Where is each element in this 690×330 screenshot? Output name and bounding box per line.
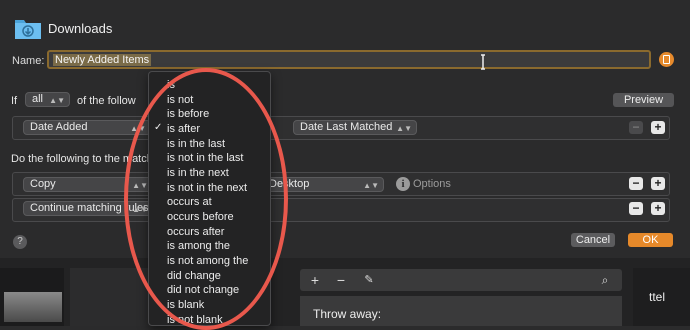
info-icon[interactable]: i: [396, 177, 410, 191]
mouse-cursor-icon: [481, 54, 485, 70]
add-action-button[interactable]: +: [651, 202, 665, 215]
remove-action-button[interactable]: −: [629, 202, 643, 215]
if-label: If: [11, 95, 18, 107]
of-the-following-label: of the follow: [77, 95, 136, 107]
value-select[interactable]: Date Last Matched ▲▼: [293, 120, 417, 135]
minus-icon[interactable]: −: [330, 271, 352, 289]
match-mode-value: all: [32, 93, 44, 105]
remove-action-button[interactable]: −: [629, 177, 643, 190]
background-thumbnail: [4, 292, 62, 322]
name-field[interactable]: Newly Added Items: [47, 50, 651, 69]
options-link[interactable]: Options: [413, 178, 451, 190]
chevron-updown-icon: ▲▼: [363, 181, 379, 190]
chevron-updown-icon: ▲▼: [396, 124, 412, 133]
remove-condition-button[interactable]: −: [629, 121, 643, 134]
cancel-button[interactable]: Cancel: [571, 233, 615, 247]
plus-icon[interactable]: +: [304, 271, 326, 289]
name-field-value: Newly Added Items: [53, 54, 152, 66]
add-condition-button[interactable]: +: [651, 121, 665, 134]
throw-away-label: Throw away:: [313, 307, 382, 321]
folder-icon: [15, 20, 41, 39]
attribute-value: Date Added: [30, 121, 88, 133]
chevron-updown-icon: ▲▼: [49, 96, 65, 105]
name-label: Name:: [12, 55, 45, 67]
attribute-select[interactable]: Date Added ▲▼: [23, 120, 151, 135]
background-toolbar: + − ✎ ⌕: [300, 269, 622, 291]
background-text: ttel: [649, 290, 666, 304]
help-button[interactable]: ?: [13, 235, 27, 249]
search-icon[interactable]: ⌕: [594, 271, 616, 289]
name-options-icon[interactable]: [659, 52, 674, 67]
ok-button[interactable]: OK: [628, 233, 673, 247]
value-value: Date Last Matched: [300, 121, 393, 133]
match-mode-select[interactable]: all ▲▼: [25, 92, 70, 107]
window-title: Downloads: [48, 21, 113, 36]
preview-button[interactable]: Preview: [613, 93, 674, 107]
background-panel: [70, 268, 150, 326]
add-action-button[interactable]: +: [651, 177, 665, 190]
action-value: Copy: [30, 178, 56, 190]
highlight-oval: [124, 68, 288, 330]
pencil-icon[interactable]: ✎: [358, 271, 380, 289]
